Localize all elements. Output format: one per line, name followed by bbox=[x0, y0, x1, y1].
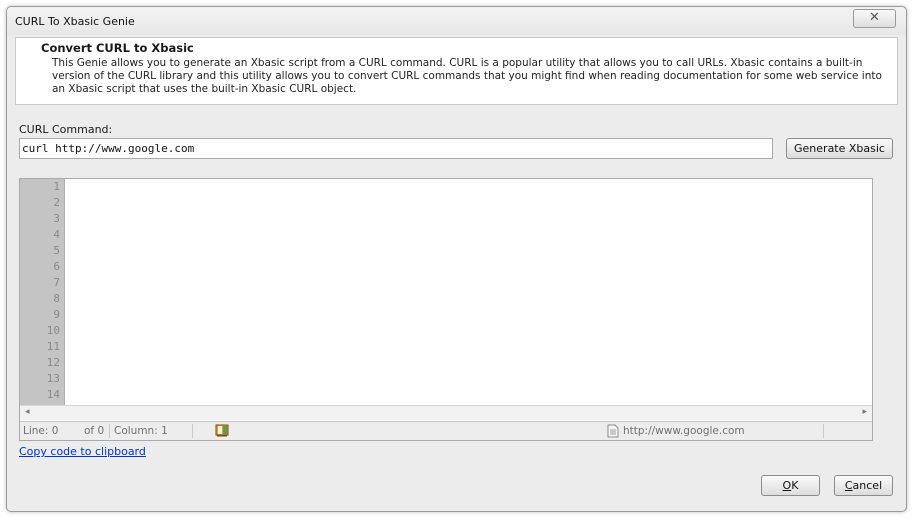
curl-command-input[interactable]: curl http://www.google.com bbox=[19, 138, 773, 159]
cancel-accelerator: C bbox=[844, 479, 853, 492]
status-url: http://www.google.com bbox=[623, 425, 745, 437]
line-number: 6 bbox=[53, 260, 60, 273]
line-number: 3 bbox=[53, 212, 60, 225]
header-panel: Convert CURL to Xbasic This Genie allows… bbox=[15, 37, 898, 105]
status-divider bbox=[823, 424, 824, 438]
window-title: CURL To Xbasic Genie bbox=[15, 15, 135, 28]
copy-code-to-clipboard-link[interactable]: Copy code to clipboard bbox=[19, 445, 146, 458]
status-line-count: of 0 bbox=[84, 425, 105, 437]
status-line: Line: 0 bbox=[23, 425, 59, 437]
document-icon bbox=[607, 424, 619, 438]
scroll-left-arrow-icon[interactable]: ◂ bbox=[25, 407, 30, 417]
line-number: 11 bbox=[46, 340, 60, 353]
line-number: 9 bbox=[53, 308, 60, 321]
line-number: 5 bbox=[53, 244, 60, 257]
close-button[interactable]: ✕ bbox=[853, 9, 896, 28]
editor-status-bar: Line: 0 of 0 Column: 1 http://www.google… bbox=[20, 421, 872, 440]
generate-xbasic-button[interactable]: Generate Xbasic bbox=[786, 138, 893, 159]
header-description: This Genie allows you to generate an Xba… bbox=[52, 57, 882, 95]
curl-command-label: CURL Command: bbox=[19, 123, 113, 136]
line-number: 1 bbox=[53, 180, 60, 193]
line-number: 2 bbox=[53, 196, 60, 209]
dialog-window: CURL To Xbasic Genie ✕ Convert CURL to X… bbox=[6, 6, 907, 512]
line-number: 10 bbox=[46, 324, 60, 337]
close-icon: ✕ bbox=[869, 10, 880, 25]
cancel-label-rest: ancel bbox=[852, 479, 883, 492]
ok-button[interactable]: OK bbox=[761, 475, 820, 496]
book-icon[interactable] bbox=[215, 424, 229, 437]
header-title: Convert CURL to Xbasic bbox=[41, 41, 194, 55]
ok-label-rest: K bbox=[791, 479, 799, 492]
title-bar: CURL To Xbasic Genie ✕ bbox=[7, 7, 906, 35]
line-number-gutter: 1 2 3 4 5 6 7 8 9 10 11 12 13 14 bbox=[20, 179, 65, 405]
line-number: 7 bbox=[53, 276, 60, 289]
line-number: 13 bbox=[46, 372, 60, 385]
status-divider bbox=[109, 424, 110, 438]
horizontal-scrollbar[interactable]: ◂ ▸ bbox=[20, 405, 872, 420]
cancel-button[interactable]: Cancel bbox=[834, 475, 893, 496]
ok-accelerator: O bbox=[782, 479, 792, 492]
scroll-right-arrow-icon[interactable]: ▸ bbox=[862, 407, 867, 417]
line-number: 14 bbox=[46, 388, 60, 401]
line-number: 12 bbox=[46, 356, 60, 369]
code-editor[interactable]: 1 2 3 4 5 6 7 8 9 10 11 12 13 14 ◂ ▸ Lin… bbox=[19, 178, 873, 441]
line-number: 4 bbox=[53, 228, 60, 241]
code-text-area[interactable] bbox=[65, 179, 872, 405]
status-column: Column: 1 bbox=[114, 425, 168, 437]
status-divider bbox=[192, 424, 193, 438]
line-number: 8 bbox=[53, 292, 60, 305]
